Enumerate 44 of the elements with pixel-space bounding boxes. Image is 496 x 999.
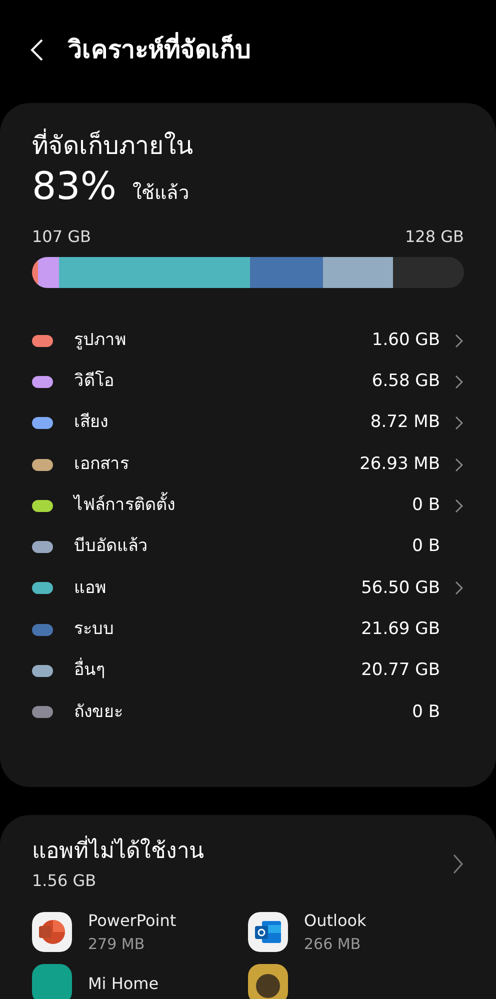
category-name[interactable]: ไฟล์การติดตั้ง (74, 493, 412, 519)
app-name: PowerPoint (88, 910, 176, 932)
chevron-icon[interactable] (454, 580, 464, 596)
category-name[interactable]: เสียง (74, 410, 370, 436)
chevron-icon[interactable] (452, 853, 464, 875)
app-icon[interactable] (248, 912, 288, 952)
category-name[interactable]: วิดีโอ (74, 369, 372, 395)
chevron-icon[interactable] (454, 498, 464, 514)
used-amount: 107 GB (32, 226, 91, 248)
app-icon[interactable] (248, 964, 288, 999)
category-name[interactable]: แอพ (74, 576, 362, 602)
category-name: ถังขยะ (74, 700, 124, 724)
unused-apps-size: 1.56 GB (32, 870, 98, 892)
storage-title: ที่จัดเก็บภายใน (32, 129, 464, 163)
app-name: Mi Home (88, 972, 159, 994)
category-size: 56.50 GB (361, 576, 440, 600)
usage-percent: 83% (32, 163, 116, 209)
category-name: ระบบ (74, 618, 115, 641)
back-icon[interactable] (30, 38, 44, 62)
category-size: 0 B (412, 535, 440, 558)
category-size: 6.58 GB (372, 370, 440, 394)
page-title: วิเคราะห์ที่จัดเก็บ (68, 31, 251, 69)
category-name: บีบอัดแล้ว (74, 535, 149, 558)
used-label: ใช้แล้ว (132, 181, 190, 206)
unused-apps-title[interactable]: แอพที่ไม่ได้ใช้งาน (32, 835, 438, 869)
category-size: 20.77 GB (361, 659, 440, 682)
category-size: 0 B (412, 494, 440, 518)
chevron-icon[interactable] (454, 332, 464, 349)
category-name[interactable]: เอกสาร (74, 452, 360, 478)
chevron-icon[interactable] (454, 415, 464, 432)
category-size: 21.69 GB (361, 618, 440, 641)
category-size: 26.93 MB (360, 452, 440, 476)
app-icon[interactable] (32, 912, 72, 952)
category-name: อื่นๆ (74, 658, 362, 684)
total-amount: 128 GB (405, 226, 464, 248)
category-size: 1.60 GB (372, 328, 440, 352)
chevron-icon[interactable] (454, 456, 464, 473)
app-size: 266 MB (304, 934, 362, 955)
app-size: 279 MB (88, 934, 146, 955)
chevron-icon[interactable] (454, 374, 464, 390)
app-name: Outlook (304, 910, 366, 932)
category-name[interactable]: รูปภาพ (74, 328, 372, 354)
category-size: 0 B (412, 700, 440, 724)
category-size: 8.72 MB (370, 411, 440, 434)
